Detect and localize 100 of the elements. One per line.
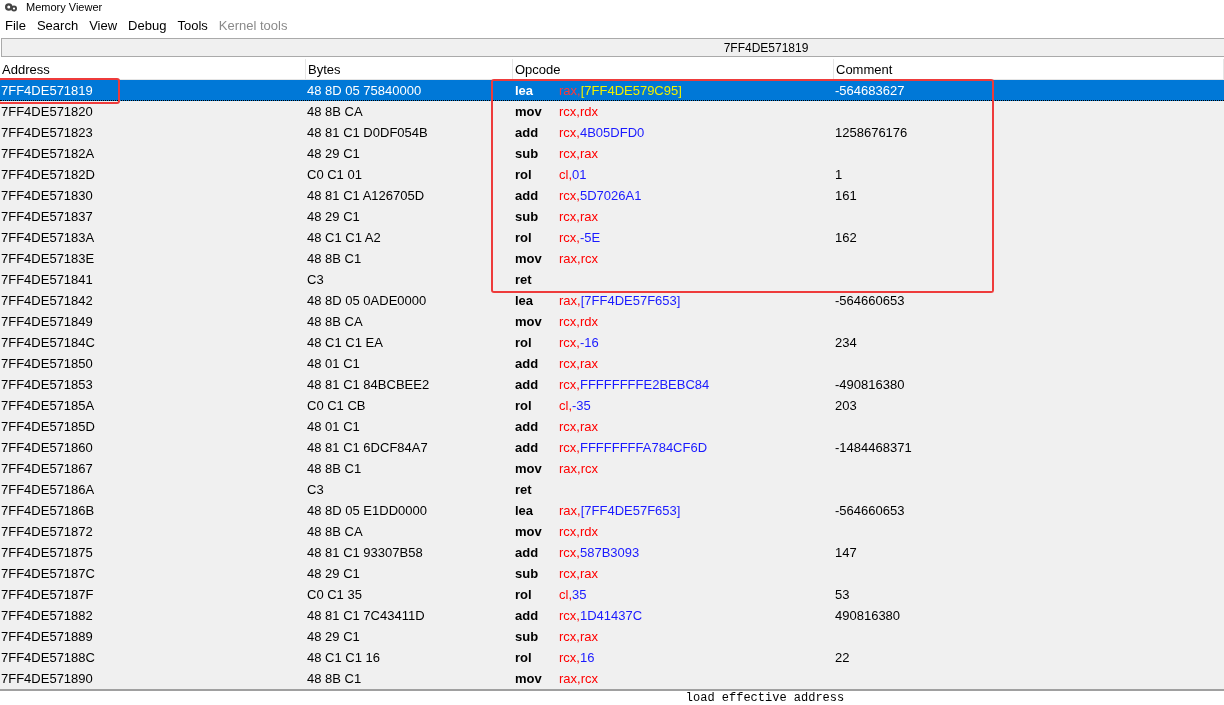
operand-cell: rax,rcx bbox=[558, 671, 598, 686]
operand-cell: rcx,FFFFFFFFE2BEBC84 bbox=[558, 377, 710, 392]
address-cell: 7FF4DE571853 bbox=[0, 377, 93, 392]
bytes-cell: 48 29 C1 bbox=[306, 209, 360, 224]
mnemonic-cell-text: rol bbox=[514, 335, 533, 350]
column-header[interactable]: Opcode bbox=[513, 59, 834, 79]
address-cell: 7FF4DE571823 bbox=[0, 125, 93, 140]
address-cell: 7FF4DE57188C bbox=[0, 650, 95, 665]
bytes-cell: 48 81 C1 84BCBEE2 bbox=[306, 377, 430, 392]
address-cell: 7FF4DE57182A bbox=[0, 146, 95, 161]
column-header[interactable]: Address bbox=[0, 59, 306, 79]
bytes-cell: C0 C1 35 bbox=[306, 587, 362, 602]
bytes-cell: 48 8D 05 E1DD0000 bbox=[306, 503, 427, 518]
mnemonic-cell-text: rol bbox=[514, 587, 533, 602]
mnemonic-cell-text: rol bbox=[514, 230, 533, 245]
operand-cell: rcx,FFFFFFFFA784CF6D bbox=[558, 440, 708, 455]
comment-cell: 162 bbox=[834, 230, 857, 245]
address-cell: 7FF4DE571875 bbox=[0, 545, 93, 560]
menu-item[interactable]: Debug bbox=[123, 18, 173, 33]
column-header[interactable]: Bytes bbox=[306, 59, 513, 79]
comment-cell: -564660653 bbox=[834, 293, 905, 308]
operand-cell: rcx,rax bbox=[558, 566, 598, 581]
address-cell: 7FF4DE57186A bbox=[0, 482, 95, 497]
menu-item[interactable]: View bbox=[84, 18, 124, 33]
mnemonic-cell-text: rol bbox=[514, 398, 533, 413]
mnemonic-cell-text: mov bbox=[514, 104, 543, 119]
mnemonic-cell-text: mov bbox=[514, 671, 543, 686]
operand-cell: rcx,5D7026A1 bbox=[558, 188, 642, 203]
address-cell: 7FF4DE571890 bbox=[0, 671, 93, 686]
comment-cell: 490816380 bbox=[834, 608, 901, 623]
bytes-cell: 48 8B CA bbox=[306, 524, 363, 539]
bytes-cell: C3 bbox=[306, 482, 324, 497]
operand-cell: rax,[7FF4DE57F653] bbox=[558, 293, 681, 308]
address-cell: 7FF4DE571882 bbox=[0, 608, 93, 623]
mnemonic-cell-text: mov bbox=[514, 461, 543, 476]
operand-cell: rax,[7FF4DE57F653] bbox=[558, 503, 681, 518]
bytes-cell: 48 29 C1 bbox=[306, 566, 360, 581]
menu-item[interactable]: Search bbox=[31, 18, 85, 33]
bytes-cell: 48 81 C1 A126705D bbox=[306, 188, 425, 203]
bytes-cell: 48 8B CA bbox=[306, 314, 363, 329]
address-cell: 7FF4DE571867 bbox=[0, 461, 93, 476]
comment-cell: 22 bbox=[834, 650, 850, 665]
operand-cell: rax,[7FF4DE579C95] bbox=[558, 82, 682, 98]
address-cell: 7FF4DE571872 bbox=[0, 524, 93, 539]
column-header[interactable]: Comment bbox=[834, 59, 1224, 79]
address-cell: 7FF4DE57183E bbox=[0, 251, 95, 266]
mnemonic-cell-text: add bbox=[514, 125, 540, 140]
mnemonic-cell-text: add bbox=[514, 440, 540, 455]
mnemonic-cell-text: add bbox=[514, 356, 540, 371]
operand-cell: rcx,rax bbox=[558, 356, 598, 371]
address-cell: 7FF4DE571819 bbox=[0, 82, 93, 98]
address-bar[interactable]: 7FF4DE571819 bbox=[1, 38, 1224, 57]
comment-cell: -1484468371 bbox=[834, 440, 912, 455]
operand-cell: rax,rcx bbox=[558, 461, 598, 476]
address-cell: 7FF4DE571889 bbox=[0, 629, 93, 644]
bytes-cell: 48 C1 C1 16 bbox=[306, 650, 380, 665]
address-cell: 7FF4DE57183A bbox=[0, 230, 95, 245]
operand-cell: cl,-35 bbox=[558, 398, 591, 413]
operand-cell: rcx,-5E bbox=[558, 230, 601, 245]
mnemonic-cell-text: mov bbox=[514, 524, 543, 539]
comment-cell: 1 bbox=[834, 167, 843, 182]
mnemonic-cell-text: mov bbox=[514, 314, 543, 329]
address-cell: 7FF4DE57184C bbox=[0, 335, 95, 350]
bytes-cell: 48 81 C1 D0DF054B bbox=[306, 125, 428, 140]
operand-cell: rcx,rax bbox=[558, 419, 598, 434]
operand-cell: rcx,rax bbox=[558, 146, 598, 161]
operand-cell: rcx,rdx bbox=[558, 524, 598, 539]
bytes-cell: 48 81 C1 93307B58 bbox=[306, 545, 423, 560]
address-cell: 7FF4DE57185A bbox=[0, 398, 95, 413]
operand-cell: cl,35 bbox=[558, 587, 587, 602]
bytes-cell: 48 01 C1 bbox=[306, 356, 360, 371]
operand-cell: rcx,4B05DFD0 bbox=[558, 125, 645, 140]
table-row[interactable]: 7FF4DE571819 48 8D 05 75840000 lea rax,[7FF4DE579C95] -564683627 bbox=[0, 80, 1224, 101]
mnemonic-cell-text: sub bbox=[514, 146, 540, 161]
operand-cell: rax,rcx bbox=[558, 251, 598, 266]
address-cell: 7FF4DE571841 bbox=[0, 272, 93, 287]
comment-cell: 203 bbox=[834, 398, 857, 413]
menu-item[interactable]: Tools bbox=[172, 18, 214, 33]
comment-cell: 147 bbox=[834, 545, 857, 560]
operand-cell: cl,01 bbox=[558, 167, 587, 182]
mnemonic-cell-text: ret bbox=[514, 272, 533, 287]
status-text: load effective address bbox=[684, 691, 846, 705]
mnemonic-cell-text: mov bbox=[514, 251, 543, 266]
mnemonic-cell-text: add bbox=[514, 419, 540, 434]
mnemonic-cell-text: lea bbox=[514, 293, 535, 308]
mnemonic-cell-text: ret bbox=[514, 482, 533, 497]
comment-cell: 1258676176 bbox=[834, 125, 908, 140]
address-cell: 7FF4DE571830 bbox=[0, 188, 93, 203]
bytes-cell: C0 C1 CB bbox=[306, 398, 366, 413]
address-cell: 7FF4DE571842 bbox=[0, 293, 93, 308]
address-cell: 7FF4DE571820 bbox=[0, 104, 93, 119]
bytes-cell: 48 81 C1 7C43411D bbox=[306, 608, 425, 623]
mnemonic-cell-text: sub bbox=[514, 566, 540, 581]
bytes-cell: 48 8B C1 bbox=[306, 461, 362, 476]
bytes-cell: 48 81 C1 6DCF84A7 bbox=[306, 440, 428, 455]
address-cell: 7FF4DE57182D bbox=[0, 167, 95, 182]
mnemonic-cell-text: lea bbox=[514, 503, 535, 518]
menu-item[interactable]: File bbox=[0, 18, 32, 33]
comment-cell: -490816380 bbox=[834, 377, 905, 392]
bytes-cell: 48 8D 05 0ADE0000 bbox=[306, 293, 427, 308]
